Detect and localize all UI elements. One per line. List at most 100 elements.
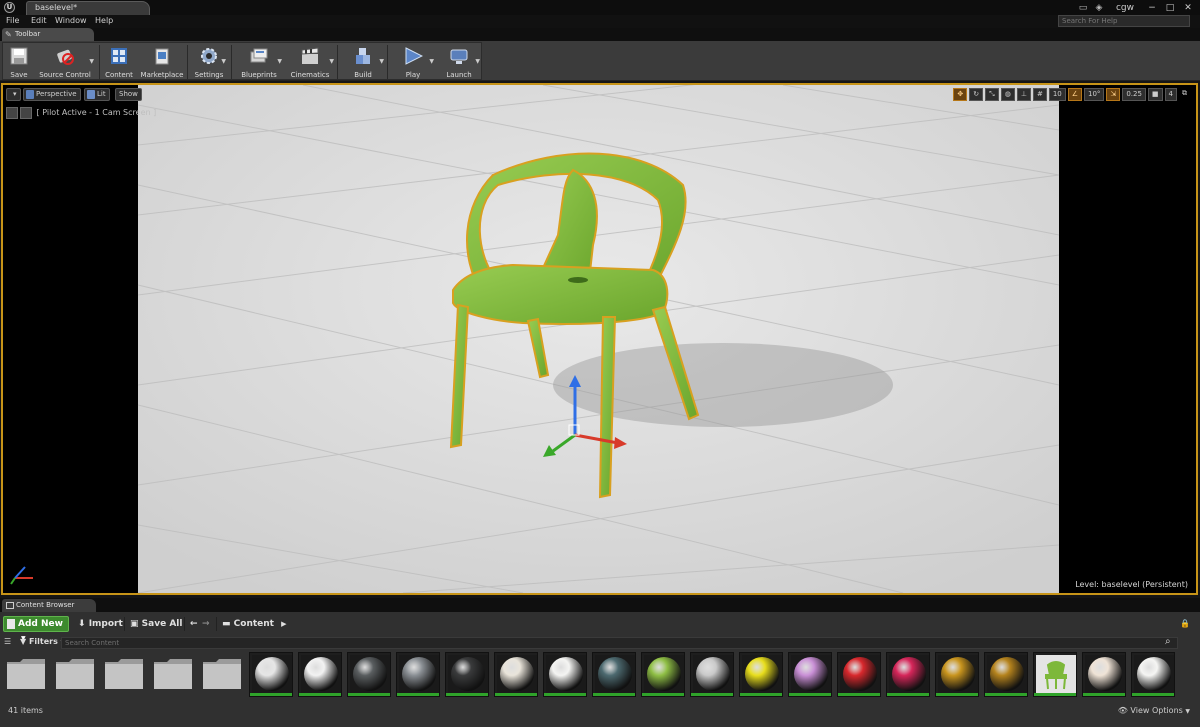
content-browser-tab[interactable]: Content Browser: [2, 599, 96, 612]
grid-snap-icon[interactable]: #: [1032, 88, 1047, 101]
maximize-viewport-icon[interactable]: ⧉: [1179, 88, 1190, 101]
launch-button[interactable]: Launch ▼: [437, 44, 481, 80]
asset-tile[interactable]: [641, 652, 685, 697]
sources-panel-icon[interactable]: ☰: [4, 637, 11, 646]
lit-button[interactable]: Lit: [84, 88, 110, 101]
save-button[interactable]: Save: [5, 44, 33, 80]
save-all-button[interactable]: ▣ Save All: [130, 616, 182, 632]
rotation-snap-icon[interactable]: ∠: [1067, 88, 1083, 101]
rotate-mode-icon[interactable]: ↻: [969, 88, 984, 101]
level-document-tab[interactable]: baselevel*: [26, 1, 150, 15]
material-sphere-icon: [1134, 655, 1174, 693]
add-new-button[interactable]: Add New ▼: [3, 616, 69, 642]
minimize-button[interactable]: −: [1146, 3, 1158, 13]
play-button[interactable]: Play ▼: [391, 44, 435, 80]
source-control-button[interactable]: Source Control ▼: [35, 44, 95, 80]
camera-speed-icon[interactable]: ■: [1147, 88, 1163, 101]
content-button[interactable]: Content: [103, 44, 135, 80]
translate-mode-icon[interactable]: ✥: [953, 88, 968, 101]
surface-snap-icon[interactable]: ⊥: [1016, 88, 1031, 101]
eject-icon[interactable]: [6, 106, 18, 119]
build-button[interactable]: Build ▼: [341, 44, 385, 80]
camera-speed-value[interactable]: 4: [1164, 88, 1177, 101]
add-new-label: Add New: [18, 619, 63, 629]
content-path-button[interactable]: ▬ Content ▶: [222, 616, 287, 632]
asset-tile[interactable]: [739, 652, 783, 697]
search-icon[interactable]: ⌕: [1165, 636, 1171, 647]
folder-tile[interactable]: [102, 652, 146, 697]
lock-icon[interactable]: 🔒: [1180, 616, 1190, 632]
pilot-bar: [ Pilot Active - 1 Cam Screen ]: [6, 106, 156, 120]
level-viewport[interactable]: ▾ Perspective Lit Show [ Pilot Active - …: [1, 83, 1198, 595]
material-sphere-icon: [497, 655, 537, 693]
search-for-help-input[interactable]: Search For Help: [1058, 15, 1190, 27]
asset-tile[interactable]: [935, 652, 979, 697]
chevron-down-icon[interactable]: ▼: [475, 58, 480, 65]
menu-file[interactable]: File: [6, 16, 19, 25]
menu-edit[interactable]: Edit: [31, 16, 47, 25]
folder-tile[interactable]: [53, 652, 97, 697]
cinematics-button[interactable]: Cinematics ▼: [285, 44, 335, 80]
perspective-button[interactable]: Perspective: [23, 88, 81, 101]
blueprints-label: Blueprints: [241, 71, 277, 79]
settings-button[interactable]: Settings ▼: [191, 44, 227, 80]
forward-button[interactable]: →: [202, 616, 210, 632]
asset-tile[interactable]: [494, 652, 538, 697]
source-control-status-icon[interactable]: ◈: [1094, 3, 1104, 13]
chevron-down-icon[interactable]: ▼: [89, 58, 94, 65]
view-options-button[interactable]: 👁 View Options ▼: [1118, 706, 1190, 715]
chevron-down-icon[interactable]: ▼: [429, 58, 434, 65]
cb-separator: [124, 617, 125, 631]
folder-tile[interactable]: [200, 652, 244, 697]
pilot-camera-icon[interactable]: [20, 106, 32, 119]
asset-tile[interactable]: [249, 652, 293, 697]
toolbar-tab[interactable]: ✎ Toolbar: [2, 28, 94, 41]
blueprints-button[interactable]: Blueprints ▼: [235, 44, 283, 80]
maximize-button[interactable]: □: [1164, 3, 1176, 13]
asset-tile[interactable]: [347, 652, 391, 697]
viewport-options-button[interactable]: ▾: [6, 88, 21, 101]
asset-tile[interactable]: [1033, 652, 1077, 697]
menu-window[interactable]: Window: [55, 16, 87, 25]
folder-tile[interactable]: [151, 652, 195, 697]
asset-tile[interactable]: [837, 652, 881, 697]
filter-icon: ▼: [20, 637, 27, 646]
asset-tile[interactable]: [788, 652, 832, 697]
grid-snap-value[interactable]: 10: [1048, 88, 1066, 101]
show-button[interactable]: Show: [115, 88, 142, 101]
filters-button[interactable]: ▼ Filters ▼: [20, 637, 65, 646]
back-button[interactable]: ←: [190, 616, 198, 632]
chevron-down-icon[interactable]: ▼: [221, 58, 226, 65]
chevron-down-icon[interactable]: ▼: [379, 58, 384, 65]
scene-render[interactable]: [3, 85, 1196, 593]
chevron-right-icon: ▶: [281, 620, 287, 628]
cb-separator: [216, 617, 217, 631]
menu-help[interactable]: Help: [95, 16, 113, 25]
asset-type-underline: [1083, 693, 1125, 696]
scale-mode-icon[interactable]: ⤡: [985, 88, 999, 101]
search-content-input[interactable]: Search Content: [61, 637, 1178, 649]
show-label: Show: [119, 90, 138, 98]
rotation-snap-value[interactable]: 10°: [1084, 88, 1105, 101]
asset-tile[interactable]: [1082, 652, 1126, 697]
asset-tile[interactable]: [445, 652, 489, 697]
toolbar-separator: [231, 45, 232, 79]
asset-tile[interactable]: [690, 652, 734, 697]
asset-tile[interactable]: [298, 652, 342, 697]
asset-tile[interactable]: [396, 652, 440, 697]
asset-tile[interactable]: [592, 652, 636, 697]
chevron-down-icon[interactable]: ▼: [277, 58, 282, 65]
chat-icon[interactable]: ▭: [1078, 3, 1088, 13]
scale-snap-icon[interactable]: ⇲: [1106, 88, 1121, 101]
asset-tile[interactable]: [984, 652, 1028, 697]
coordinate-system-icon[interactable]: ◍: [1000, 88, 1015, 101]
close-button[interactable]: ✕: [1182, 3, 1194, 13]
asset-tile[interactable]: [886, 652, 930, 697]
asset-tile[interactable]: [543, 652, 587, 697]
scale-snap-value[interactable]: 0.25: [1122, 88, 1146, 101]
import-button[interactable]: ⬇ Import: [78, 616, 123, 632]
marketplace-button[interactable]: Marketplace: [139, 44, 185, 80]
asset-tile[interactable]: [1131, 652, 1175, 697]
folder-tile[interactable]: [4, 652, 48, 697]
chevron-down-icon[interactable]: ▼: [329, 58, 334, 65]
